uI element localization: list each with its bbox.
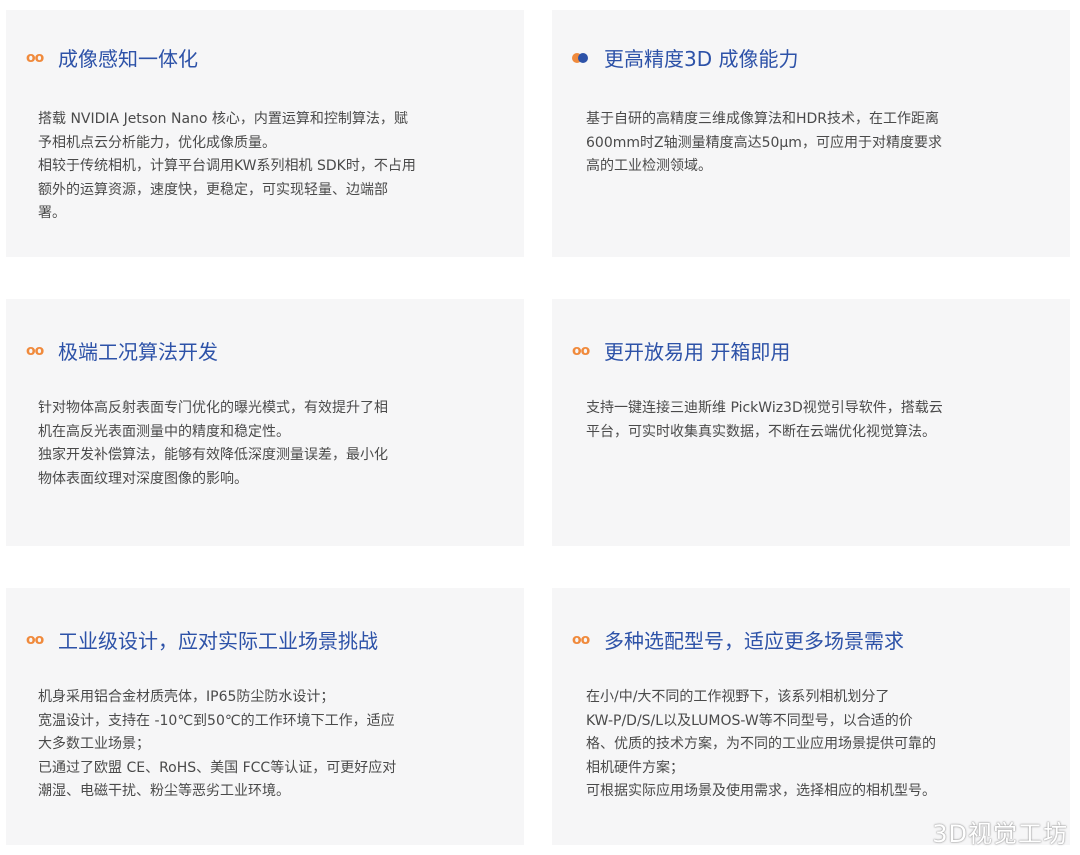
card-title: 成像感知一体化	[58, 47, 198, 71]
card-text-line: 在小/中/大不同的工作视野下，该系列相机划分了	[586, 689, 890, 705]
feature-card-open-easy: oo 更开放易用 开箱即用 支持一键连接三迪斯维 PickWiz3D视觉引导软件…	[552, 299, 1070, 546]
card-text-line: 机身采用铝合金材质壳体，IP65防尘防水设计；	[38, 689, 335, 705]
card-text-line: 针对物体高反射表面专门优化的曝光模式，有效提升了相	[38, 400, 388, 416]
bullet-marker-icon: oo	[26, 631, 44, 648]
card-title: 极端工况算法开发	[58, 340, 218, 364]
card-header: oo 更开放易用 开箱即用	[572, 336, 790, 365]
card-body: 基于自研的高精度三维成像算法和HDR技术，在工作距离 600mm时Z轴测量精度高…	[586, 108, 1002, 179]
card-body: 支持一键连接三迪斯维 PickWiz3D视觉引导软件，搭载云 平台，可实时收集真…	[586, 397, 1002, 444]
card-header: oo 工业级设计，应对实际工业场景挑战	[26, 625, 378, 654]
bullet-marker-icon: oo	[26, 342, 44, 359]
card-text-line: 大多数工业场景；	[38, 736, 150, 752]
feature-card-extreme-conditions: oo 极端工况算法开发 针对物体高反射表面专门优化的曝光模式，有效提升了相 机在…	[6, 299, 524, 546]
card-text-line: 搭载 NVIDIA Jetson Nano 核心，内置运算和控制算法，赋	[38, 111, 408, 127]
card-text-line: 物体表面纹理对深度图像的影响。	[38, 470, 248, 487]
card-body: 搭载 NVIDIA Jetson Nano 核心，内置运算和控制算法，赋 予相机…	[38, 108, 454, 226]
card-text-line: 支持一键连接三迪斯维 PickWiz3D视觉引导软件，搭载云	[586, 400, 943, 416]
bullet-dots-icon	[572, 51, 598, 65]
card-text-line: KW-P/D/S/L以及LUMOS-W等不同型号，以合适的价	[586, 712, 913, 729]
card-header: oo 极端工况算法开发	[26, 336, 218, 365]
card-text-line: 平台，可实时收集真实数据，不断在云端优化视觉算法。	[586, 423, 936, 440]
card-header: 更高精度3D 成像能力	[572, 43, 798, 72]
card-title: 更高精度3D 成像能力	[604, 47, 799, 71]
card-text-line: 机在高反光表面测量中的精度和稳定性。	[38, 423, 290, 440]
card-text-line: 宽温设计，支持在 -10℃到50℃的工作环境下工作，适应	[38, 712, 395, 729]
card-title: 更开放易用 开箱即用	[604, 340, 791, 364]
card-header: oo 多种选配型号，适应更多场景需求	[572, 625, 904, 654]
card-text-line: 独家开发补偿算法，能够有效降低深度测量误差，最小化	[38, 447, 388, 463]
card-text-line: 600mm时Z轴测量精度高达50μm，可应用于对精度要求	[586, 134, 942, 151]
card-text-line: 予相机点云分析能力，优化成像质量。	[38, 134, 276, 151]
card-text-line: 额外的运算资源，速度快，更稳定，可实现轻量、边端部	[38, 181, 388, 198]
card-title: 多种选配型号，适应更多场景需求	[604, 629, 904, 653]
feature-card-industrial-design: oo 工业级设计，应对实际工业场景挑战 机身采用铝合金材质壳体，IP65防尘防水…	[6, 588, 524, 845]
card-text-line: 署。	[38, 205, 66, 221]
card-header: oo 成像感知一体化	[26, 43, 198, 72]
card-text-line: 基于自研的高精度三维成像算法和HDR技术，在工作距离	[586, 111, 940, 127]
feature-card-model-options: oo 多种选配型号，适应更多场景需求 在小/中/大不同的工作视野下，该系列相机划…	[552, 588, 1070, 845]
card-body: 机身采用铝合金材质壳体，IP65防尘防水设计； 宽温设计，支持在 -10℃到50…	[38, 686, 454, 804]
card-body: 针对物体高反射表面专门优化的曝光模式，有效提升了相 机在高反光表面测量中的精度和…	[38, 397, 454, 491]
card-text-line: 相较于传统相机，计算平台调用KW系列相机 SDK时，不占用	[38, 158, 416, 174]
feature-card-imaging-integration: oo 成像感知一体化 搭载 NVIDIA Jetson Nano 核心，内置运算…	[6, 10, 524, 257]
card-text-line: 相机硬件方案；	[586, 759, 684, 776]
watermark: 3D视觉工坊	[932, 820, 1068, 848]
card-text-line: 潮湿、电磁干扰、粉尘等恶劣工业环境。	[38, 783, 290, 799]
bullet-marker-icon: oo	[26, 49, 44, 66]
card-text-line: 已通过了欧盟 CE、RoHS、美国 FCC等认证，可更好应对	[38, 759, 397, 776]
card-title: 工业级设计，应对实际工业场景挑战	[58, 629, 378, 653]
card-text-line: 可根据实际应用场景及使用需求，选择相应的相机型号。	[586, 783, 936, 799]
card-body: 在小/中/大不同的工作视野下，该系列相机划分了 KW-P/D/S/L以及LUMO…	[586, 686, 1002, 804]
bullet-marker-icon: oo	[572, 342, 590, 359]
bullet-marker-icon: oo	[572, 631, 590, 648]
card-text-line: 格、优质的技术方案，为不同的工业应用场景提供可靠的	[586, 736, 936, 752]
feature-card-high-precision: 更高精度3D 成像能力 基于自研的高精度三维成像算法和HDR技术，在工作距离 6…	[552, 10, 1070, 257]
card-text-line: 高的工业检测领域。	[586, 158, 712, 174]
